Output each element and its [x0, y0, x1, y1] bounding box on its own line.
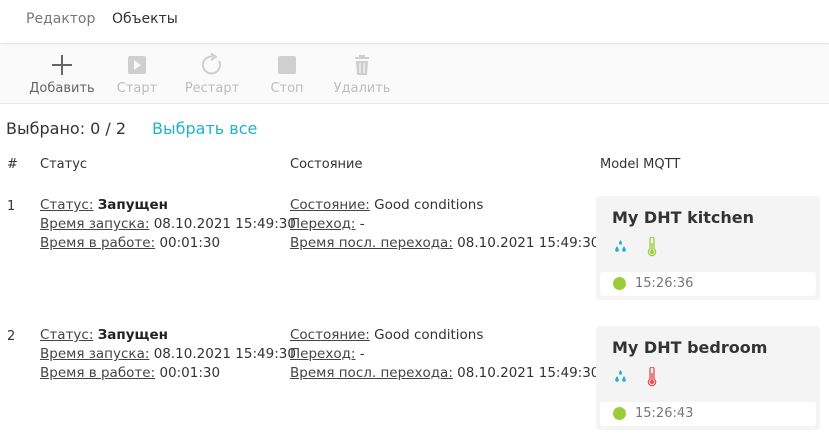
trash-icon: [355, 55, 369, 75]
transition-key: Переход:: [290, 216, 356, 232]
add-button[interactable]: Добавить: [26, 52, 98, 96]
online-status-dot: [613, 407, 626, 420]
delete-button[interactable]: Удалить: [326, 52, 398, 96]
start-time-key: Время запуска:: [40, 346, 150, 362]
mqtt-model-card[interactable]: My DHT bedroom 15:26:43: [596, 326, 820, 430]
transition-key: Переход:: [290, 346, 356, 362]
thermometer-icon: [646, 236, 658, 261]
delete-label: Удалить: [333, 81, 391, 96]
drops-fill: [615, 240, 626, 252]
status-value: Запущен: [97, 197, 168, 213]
restart-label: Рестарт: [184, 81, 240, 96]
state-value: Good conditions: [374, 327, 484, 343]
restart-button[interactable]: Рестарт: [176, 52, 248, 96]
stop-button[interactable]: Стоп: [251, 52, 323, 96]
toolbar: Добавить Старт Рестарт Стоп Удалить: [0, 46, 829, 104]
thermometer-icon: [646, 366, 658, 391]
row-number: 1: [7, 199, 16, 214]
state-key: Состояние:: [290, 327, 370, 343]
transition-value: -: [359, 346, 365, 362]
status-cell: Статус: Запущен Время запуска: 08.10.202…: [40, 326, 296, 383]
select-all-link[interactable]: Выбрать все: [152, 119, 257, 138]
restart-icon: [201, 52, 221, 75]
card-icons: [613, 366, 670, 390]
stop-label: Стоп: [270, 81, 304, 96]
status-key: Статус:: [40, 197, 94, 213]
card-title: My DHT kitchen: [612, 208, 754, 227]
card-footer: 15:26:43: [600, 402, 816, 426]
card-footer: 15:26:36: [600, 272, 816, 296]
status-key: Статус:: [40, 327, 94, 343]
start-time-key: Время запуска:: [40, 216, 150, 232]
uptime-value: 00:01:30: [159, 365, 221, 381]
state-cell: Состояние: Good conditions Переход: - Вр…: [290, 196, 599, 253]
state-cell: Состояние: Good conditions Переход: - Вр…: [290, 326, 599, 383]
card-icons: [613, 236, 670, 260]
stop-icon: [278, 56, 296, 74]
plus-icon: [52, 55, 72, 75]
start-time-value: 08.10.2021 15:49:30: [153, 346, 296, 362]
column-header-num: #: [7, 157, 18, 172]
card-timestamp: 15:26:36: [635, 276, 694, 291]
status-value: Запущен: [97, 327, 168, 343]
tab-editor[interactable]: Редактор: [26, 11, 95, 27]
selection-count: Выбрано: 0 / 2: [6, 119, 127, 138]
water-drops-icon: [613, 238, 629, 260]
start-label: Старт: [116, 81, 158, 96]
selection-bar: Выбрано: 0 / 2 Выбрать все: [6, 119, 257, 141]
uptime-value: 00:01:30: [159, 235, 221, 251]
last-transition-value: 08.10.2021 15:49:30: [457, 365, 600, 381]
state-value: Good conditions: [374, 197, 484, 213]
last-transition-key: Время посл. перехода:: [290, 235, 453, 251]
transition-value: -: [359, 216, 365, 232]
tab-objects[interactable]: Объекты: [112, 11, 178, 27]
card-timestamp: 15:26:43: [635, 406, 694, 421]
mqtt-model-card[interactable]: My DHT kitchen 15:26:36: [596, 196, 820, 300]
start-button[interactable]: Старт: [101, 52, 173, 96]
start-time-value: 08.10.2021 15:49:30: [153, 216, 296, 232]
status-cell: Статус: Запущен Время запуска: 08.10.202…: [40, 196, 296, 253]
last-transition-value: 08.10.2021 15:49:30: [457, 235, 600, 251]
uptime-key: Время в работе:: [40, 365, 156, 381]
online-status-dot: [613, 277, 626, 290]
add-label: Добавить: [29, 81, 95, 96]
row-number: 2: [7, 329, 16, 344]
card-title: My DHT bedroom: [612, 338, 768, 357]
column-header-status: Статус: [40, 157, 88, 172]
last-transition-key: Время посл. перехода:: [290, 365, 453, 381]
water-drops-icon: [613, 368, 629, 390]
top-tabs: Редактор Объекты: [0, 0, 829, 44]
play-icon: [128, 56, 146, 74]
state-key: Состояние:: [290, 197, 370, 213]
column-header-state: Состояние: [290, 157, 363, 172]
drops-fill: [615, 370, 626, 382]
column-header-model: Model MQTT: [600, 157, 681, 172]
uptime-key: Время в работе:: [40, 235, 156, 251]
